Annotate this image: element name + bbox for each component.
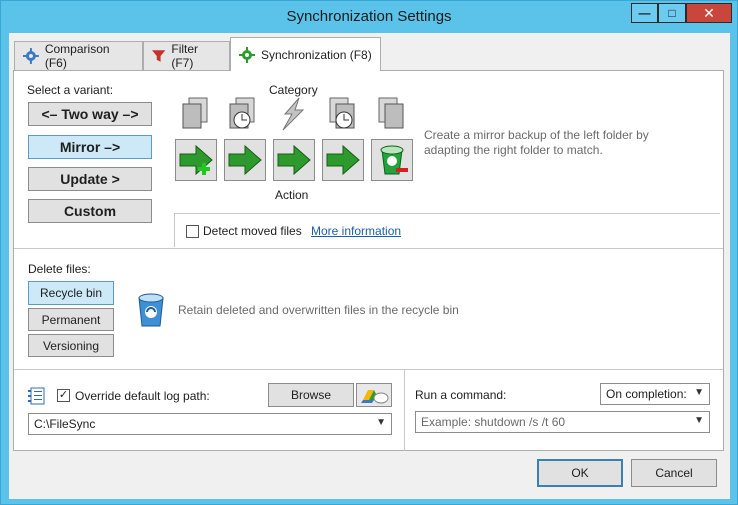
log-path-value: C:\FileSync [34, 417, 96, 431]
minimize-button[interactable]: — [631, 3, 658, 23]
action-update-right-button[interactable] [273, 139, 315, 181]
tab-label: Comparison (F6) [44, 42, 110, 70]
delete-versioning-button[interactable]: Versioning [28, 334, 114, 357]
browse-button[interactable]: Browse [268, 383, 354, 407]
arrow-right-icon [326, 144, 360, 176]
tab-label: Synchronization (F8) [261, 47, 372, 62]
variant-two-way-button[interactable]: <– Two way –> [28, 102, 152, 126]
variant-label: Select a variant: [27, 83, 114, 97]
log-path-combobox[interactable]: C:\FileSync ▼ [28, 413, 392, 435]
tab-synchronization[interactable]: Synchronization (F8) [230, 37, 381, 71]
right-only-file-icon [378, 97, 404, 129]
left-only-file-icon [182, 97, 208, 129]
cancel-button[interactable]: Cancel [631, 459, 717, 487]
delete-description: Retain deleted and overwritten files in … [178, 303, 459, 317]
detect-moved-checkbox[interactable] [186, 225, 199, 238]
funnel-icon [152, 50, 166, 62]
gear-icon [239, 46, 255, 63]
cloud-folder-button[interactable] [356, 383, 392, 407]
divider [14, 369, 723, 370]
chevron-down-icon: ▼ [694, 415, 704, 426]
action-create-right-button[interactable] [175, 139, 217, 181]
cloud-drive-icon [361, 390, 389, 404]
variant-custom-button[interactable]: Custom [28, 199, 152, 223]
delete-permanent-button[interactable]: Permanent [28, 308, 114, 331]
arrow-right-icon [228, 144, 262, 176]
right-newer-file-icon [329, 97, 355, 129]
arrow-plus-icon [179, 144, 213, 176]
action-overwrite-newer-right-button[interactable] [322, 139, 364, 181]
divider [404, 369, 405, 451]
tab-filter[interactable]: Filter (F7) [143, 41, 230, 70]
left-newer-file-icon [229, 97, 255, 129]
tab-label: Filter (F7) [171, 42, 199, 70]
recycle-bin-icon [138, 293, 164, 327]
more-information-link[interactable]: More information [311, 224, 401, 238]
command-input[interactable]: Example: shutdown /s /t 60 ▼ [415, 411, 710, 433]
different-file-icon [282, 97, 305, 131]
delete-files-label: Delete files: [28, 262, 91, 276]
command-when-select[interactable]: On completion: ▼ [600, 383, 710, 405]
variant-description: Create a mirror backup of the left folde… [424, 128, 649, 157]
titlebar[interactable]: Synchronization Settings — □ ✕ [1, 1, 737, 33]
maximize-button[interactable]: □ [658, 3, 686, 23]
arrow-right-icon [277, 144, 311, 176]
detect-moved-label: Detect moved files [203, 224, 302, 238]
divider [14, 248, 723, 249]
override-log-path-label: Override default log path: [75, 389, 210, 403]
command-placeholder: Example: shutdown /s /t 60 [421, 415, 566, 429]
category-label: Category [269, 83, 318, 97]
ok-button[interactable]: OK [537, 459, 623, 487]
divider [174, 213, 175, 247]
window-title: Synchronization Settings [286, 8, 452, 25]
action-overwrite-right-button[interactable] [224, 139, 266, 181]
tab-comparison[interactable]: Comparison (F6) [14, 41, 143, 70]
delete-recycle-bin-button[interactable]: Recycle bin [28, 281, 114, 305]
chevron-down-icon: ▼ [694, 387, 704, 398]
gear-icon [23, 48, 39, 64]
log-list-icon [28, 387, 45, 405]
action-delete-right-button[interactable] [371, 139, 413, 181]
close-button[interactable]: ✕ [686, 3, 732, 23]
synchronization-panel: Select a variant: <– Two way –> Mirror –… [13, 70, 724, 451]
dialog-window: Synchronization Settings — □ ✕ Compariso… [0, 0, 738, 505]
action-label: Action [275, 188, 309, 202]
divider [174, 213, 720, 214]
run-command-label: Run a command: [415, 388, 507, 402]
recycle-bin-minus-icon [380, 145, 408, 175]
variant-update-button[interactable]: Update > [28, 167, 152, 191]
dialog-client: Comparison (F6) Filter (F7) Synchronizat… [9, 33, 730, 499]
chevron-down-icon: ▼ [376, 417, 386, 428]
variant-mirror-button[interactable]: Mirror –> [28, 135, 152, 159]
command-when-value: On completion: [606, 387, 687, 401]
override-log-path-checkbox[interactable]: ✓ [57, 389, 70, 402]
